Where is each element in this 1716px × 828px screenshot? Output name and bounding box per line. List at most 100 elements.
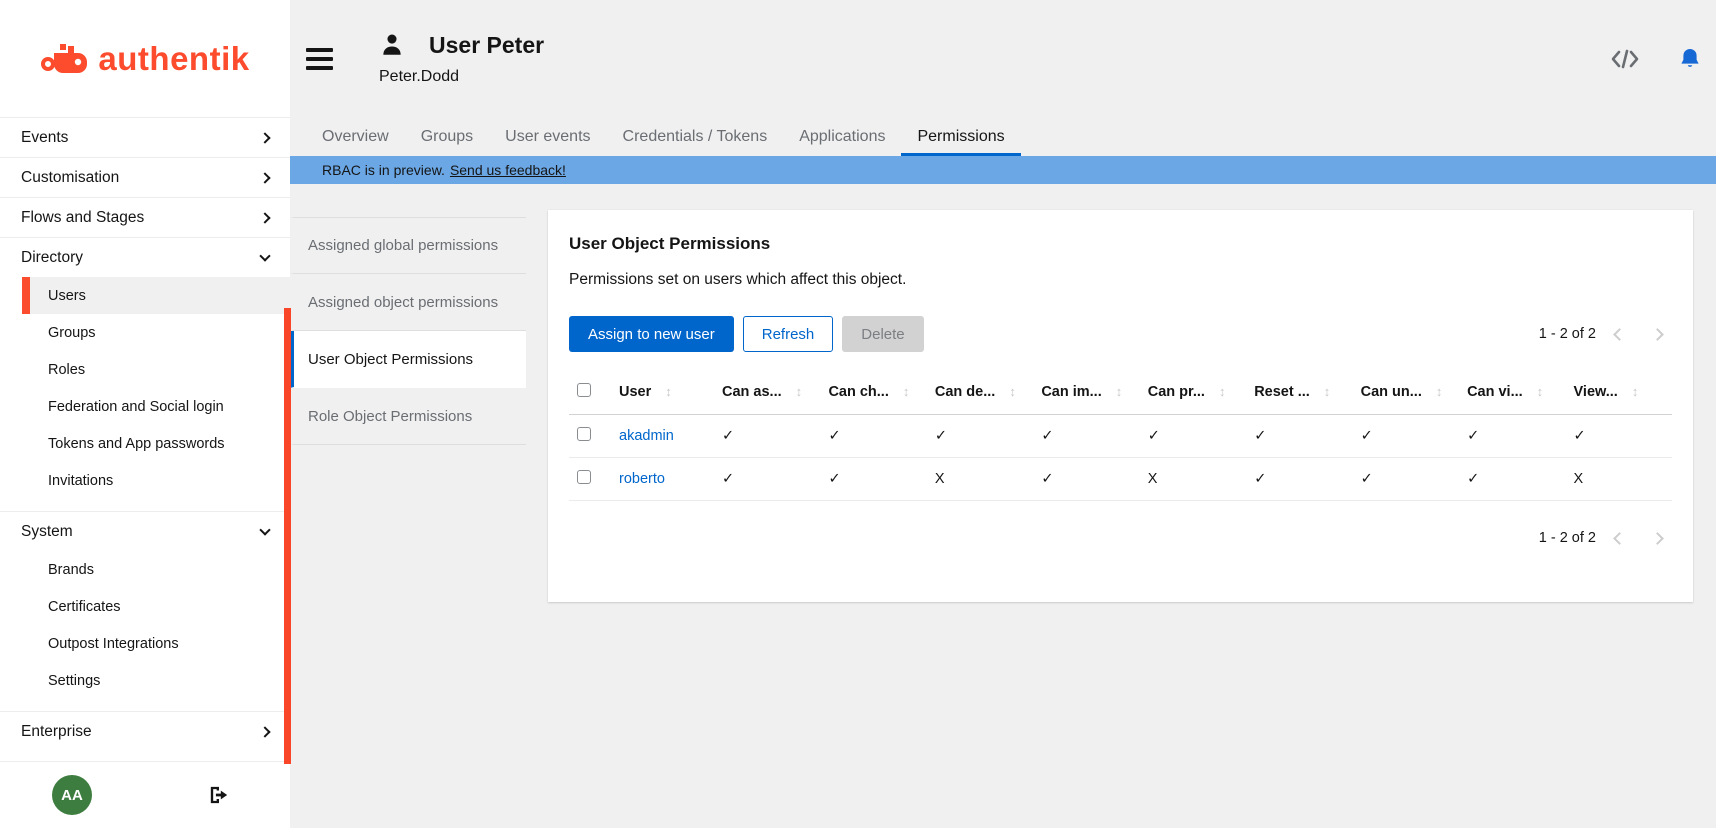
permission-cell: ✓	[1459, 415, 1565, 458]
sort-icon[interactable]	[796, 384, 803, 399]
authentik-logo[interactable]: authentik	[40, 37, 249, 81]
avatar[interactable]: AA	[52, 775, 92, 815]
content-area: Assigned global permissions Assigned obj…	[290, 184, 1716, 828]
tab-permissions[interactable]: Permissions	[901, 117, 1020, 156]
page-subtitle: Peter.Dodd	[379, 68, 544, 86]
select-all-checkbox[interactable]	[577, 383, 591, 397]
sidebar-item-label: Directory	[21, 249, 83, 267]
column-header[interactable]: Reset ...	[1246, 370, 1352, 415]
api-code-icon[interactable]	[1610, 48, 1640, 70]
subtab-role-object-permissions[interactable]: Role Object Permissions	[290, 388, 526, 445]
column-header[interactable]: Can ch...	[820, 370, 926, 415]
sidebar-item-users[interactable]: Users	[22, 277, 290, 314]
tab-credentials-tokens[interactable]: Credentials / Tokens	[607, 117, 784, 156]
pagination-prev-icon[interactable]	[1604, 523, 1634, 553]
sidebar-item-settings[interactable]: Settings	[22, 662, 290, 699]
sidebar-item-enterprise[interactable]: Enterprise	[0, 711, 290, 751]
sidebar-item-label: Outpost Integrations	[48, 636, 179, 652]
table-row: roberto ✓ ✓ X ✓ X ✓ ✓ ✓ X	[569, 458, 1672, 501]
permission-cell: X	[927, 458, 1033, 501]
sidebar-item-label: Events	[21, 129, 68, 147]
delete-button[interactable]: Delete	[842, 316, 923, 352]
main-area: User Peter Peter.Dodd	[290, 0, 1716, 828]
permission-cell: ✓	[1566, 415, 1673, 458]
column-header[interactable]: Can pr...	[1140, 370, 1246, 415]
chevron-down-icon	[259, 250, 270, 261]
page-head: User Peter Peter.Dodd	[379, 32, 544, 86]
column-header[interactable]: Can de...	[927, 370, 1033, 415]
sidebar-item-brands[interactable]: Brands	[22, 551, 290, 588]
permission-cell: ✓	[1353, 458, 1459, 501]
topbar-icons	[1610, 47, 1702, 71]
user-link[interactable]: roberto	[619, 471, 665, 487]
hamburger-menu-icon[interactable]	[306, 48, 333, 70]
directory-children: Users Groups Roles Federation and Social…	[0, 277, 290, 511]
sidebar-item-groups[interactable]: Groups	[22, 314, 290, 351]
sidebar-item-federation-social-login[interactable]: Federation and Social login	[22, 388, 290, 425]
sidebar-item-flows-and-stages[interactable]: Flows and Stages	[0, 197, 290, 237]
sort-icon[interactable]	[665, 384, 672, 399]
toolbar: Assign to new user Refresh Delete 1 - 2 …	[569, 316, 1672, 352]
logout-icon[interactable]	[208, 785, 230, 805]
tab-user-events[interactable]: User events	[489, 117, 606, 156]
subtab-user-object-permissions[interactable]: User Object Permissions	[290, 331, 526, 388]
sidebar-item-invitations[interactable]: Invitations	[22, 462, 290, 499]
permission-cell: ✓	[1246, 415, 1352, 458]
pagination-next-icon[interactable]	[1642, 523, 1672, 553]
column-header[interactable]: View...	[1566, 370, 1673, 415]
sidebar-item-directory[interactable]: Directory	[0, 237, 290, 277]
sidebar-item-label: Federation and Social login	[48, 399, 224, 415]
sort-icon[interactable]	[903, 384, 910, 399]
sort-icon[interactable]	[1632, 384, 1639, 399]
permission-subtabs: Assigned global permissions Assigned obj…	[290, 217, 526, 445]
pagination-next-icon[interactable]	[1642, 319, 1672, 349]
tab-groups[interactable]: Groups	[405, 117, 489, 156]
sidebar-nav: Events Customisation Flows and Stages Di…	[0, 117, 290, 761]
tab-overview[interactable]: Overview	[306, 117, 405, 156]
subtab-assigned-object-permissions[interactable]: Assigned object permissions	[290, 274, 526, 331]
sidebar-item-customisation[interactable]: Customisation	[0, 157, 290, 197]
sidebar-item-certificates[interactable]: Certificates	[22, 588, 290, 625]
sort-icon[interactable]	[1219, 384, 1226, 399]
sort-icon[interactable]	[1116, 384, 1123, 399]
sidebar-item-events[interactable]: Events	[0, 117, 290, 157]
chevron-right-icon	[259, 132, 270, 143]
notifications-bell-icon[interactable]	[1678, 47, 1702, 71]
sidebar-item-label: System	[21, 523, 73, 541]
permission-cell: ✓	[1459, 458, 1565, 501]
sidebar-item-system[interactable]: System	[0, 511, 290, 551]
column-header[interactable]: Can as...	[714, 370, 820, 415]
sidebar-item-label: Settings	[48, 673, 100, 689]
row-checkbox[interactable]	[577, 427, 591, 441]
user-link[interactable]: akadmin	[619, 428, 674, 444]
sort-icon[interactable]	[1009, 384, 1016, 399]
tab-applications[interactable]: Applications	[783, 117, 901, 156]
column-header[interactable]: Can vi...	[1459, 370, 1565, 415]
sidebar-item-outpost-integrations[interactable]: Outpost Integrations	[22, 625, 290, 662]
assign-to-new-user-button[interactable]: Assign to new user	[569, 316, 734, 352]
sidebar-item-tokens-app-passwords[interactable]: Tokens and App passwords	[22, 425, 290, 462]
permission-cell: X	[1140, 458, 1246, 501]
pagination-prev-icon[interactable]	[1604, 319, 1634, 349]
sidebar-scrollbar[interactable]	[284, 308, 291, 764]
permission-cell: ✓	[820, 458, 926, 501]
sidebar-item-roles[interactable]: Roles	[22, 351, 290, 388]
sort-icon[interactable]	[1537, 384, 1544, 399]
permission-cell: ✓	[1140, 415, 1246, 458]
permission-cell: X	[1566, 458, 1673, 501]
sidebar-item-label: Certificates	[48, 599, 121, 615]
sort-icon[interactable]	[1324, 384, 1331, 399]
sidebar-item-label: Tokens and App passwords	[48, 436, 225, 452]
column-header-user[interactable]: User	[611, 370, 714, 415]
feedback-link[interactable]: Send us feedback!	[450, 162, 566, 178]
page-header: User Peter Peter.Dodd	[290, 0, 1716, 117]
table-header-row: User Can as... Can ch... Can de... Can i…	[569, 370, 1672, 415]
tab-bar: Overview Groups User events Credentials …	[290, 117, 1716, 156]
column-header[interactable]: Can im...	[1033, 370, 1139, 415]
chevron-down-icon	[259, 524, 270, 535]
row-checkbox[interactable]	[577, 470, 591, 484]
column-header[interactable]: Can un...	[1353, 370, 1459, 415]
subtab-assigned-global-permissions[interactable]: Assigned global permissions	[290, 217, 526, 274]
sort-icon[interactable]	[1436, 384, 1443, 399]
refresh-button[interactable]: Refresh	[743, 316, 834, 352]
